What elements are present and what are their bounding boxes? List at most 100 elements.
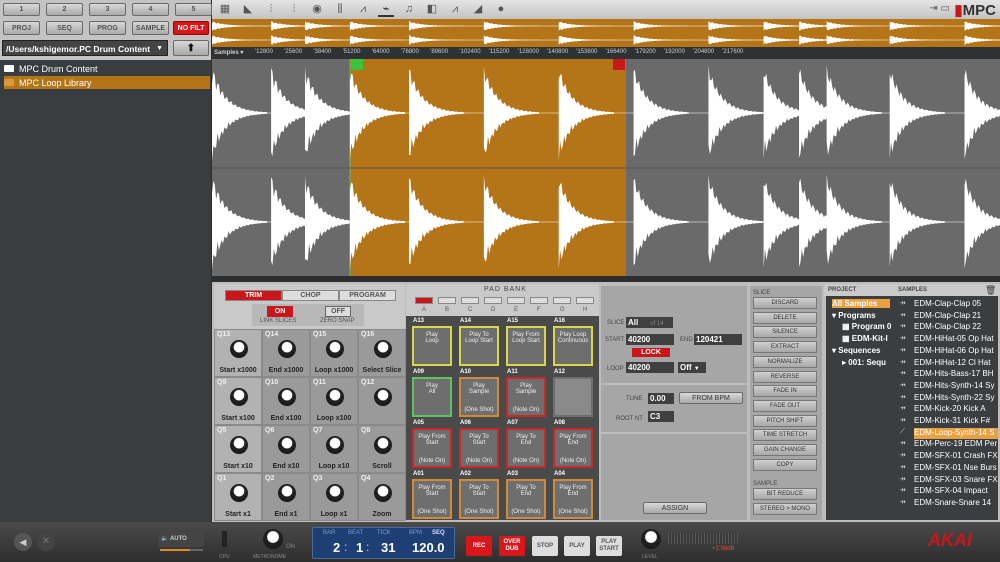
sample-item[interactable]: EDM-Hits-Bass-17 BH [914,369,998,381]
q-link-knob-q12[interactable]: Q12 [358,377,406,425]
mode-button-seq[interactable]: SEQ [46,21,83,35]
sample-item[interactable]: EDM-Clap-Clap 05 [914,299,998,311]
pad-bank-c[interactable] [461,297,479,304]
assign-button[interactable]: ASSIGN [643,502,707,514]
volume-slider[interactable] [160,549,203,551]
action-discard[interactable]: DISCARD [753,297,817,309]
sample-edit-icon[interactable]: ⌁ [378,2,394,17]
pad-bank-g[interactable] [553,297,571,304]
action-pitch-shift[interactable]: PITCH SHIFT [753,414,817,427]
q-link-knob-q8[interactable]: Q8 Scroll [358,425,406,473]
project-item[interactable]: ▸ 001: Sequ [842,358,894,367]
action-bit-reduce[interactable]: BIT REDUCE [753,488,817,500]
project-item[interactable]: ▦ Program 0 [842,322,894,331]
action-extract[interactable]: EXTRACT [753,341,817,354]
pad-a16[interactable]: Play Loop Continuous [553,326,593,366]
mode-button-proj[interactable]: PROJ [3,21,40,35]
grid-icon[interactable]: ▦ [217,2,233,17]
q-link-knob-q3[interactable]: Q3 Loop x1 [310,473,358,521]
pad-a07[interactable]: Play To End (Note On) [506,428,546,468]
root-note-field[interactable]: C3 [648,411,674,422]
pad-a04[interactable]: Play From End (One Shot) [553,479,593,519]
path-dropdown[interactable]: /Users/kshigemor.PC Drum Content ▼ [2,40,168,56]
sample-item[interactable]: EDM-Hits-Synth-14 Sy [914,381,998,393]
slot-button-5[interactable]: 5 [175,3,212,16]
sample-item[interactable]: EDM-Kick-31 Kick F# [914,416,998,428]
zero-snap-toggle[interactable]: OFF [325,306,351,317]
volume-auto-button[interactable]: 🔈 AUTO [158,531,204,547]
record-icon[interactable]: ● [493,2,509,17]
action-silence[interactable]: SILENCE [753,326,817,339]
pad-bank-h[interactable] [576,297,594,304]
action-time-stretch[interactable]: TIME STRETCH [753,429,817,442]
sample-item[interactable]: EDM-Kick-20 Kick A [914,404,998,416]
pad-a06[interactable]: Play To Start (Note On) [459,428,499,468]
back-icon[interactable]: ◀ [14,533,32,551]
pad-a09[interactable]: Play All [412,377,452,417]
play-start-button[interactable]: PLAY START [596,536,622,556]
q-link-knob-q2[interactable]: Q2 End x1 [262,473,310,521]
next-seq-icon[interactable]: ◢ [470,2,486,17]
folder-item[interactable]: MPC Loop Library [4,76,210,89]
link-slices-toggle[interactable]: ON [267,306,293,317]
sample-item[interactable]: EDM-SFX-01 Crash FX [914,451,998,463]
pad-bank-e[interactable] [507,297,525,304]
program-edit-icon[interactable]: ◣ [240,2,256,17]
sample-item[interactable]: EDM-HiHat-12 Cl Hat [914,358,998,370]
tab-program[interactable]: PROGRAM [339,290,396,301]
q-link-knob-q6[interactable]: Q6 End x10 [262,425,310,473]
sample-item[interactable]: EDM-SFX-04 Impact [914,486,998,498]
slot-button-4[interactable]: 4 [132,3,169,16]
q-link-knob-q9[interactable]: Q9 Start x100 [214,377,262,425]
waveform-overview[interactable] [212,19,1000,47]
slice-field[interactable]: All of 14 [626,317,673,328]
up-folder-button[interactable]: ⬆ [173,40,209,56]
action-delete[interactable]: DELETE [753,311,817,324]
q-link-knob-q1[interactable]: Q1 Start x1 [214,473,262,521]
filter-button[interactable]: NO FILT [173,21,209,35]
track-mixer-icon[interactable]: ⫶ [286,2,302,17]
slot-button-2[interactable]: 2 [46,3,83,16]
from-bpm-button[interactable]: FROM BPM [679,392,743,404]
pad-mute-icon[interactable]: ⩘ [447,2,463,17]
sample-item[interactable]: EDM-Clap-Clap 21 [914,311,998,323]
q-link-knob-q4[interactable]: Q4 Zoom [358,473,406,521]
pad-a02[interactable]: Play To Start (One Shot) [459,479,499,519]
pad-bank-a[interactable] [415,297,433,304]
action-reverse[interactable]: REVERSE [753,370,817,383]
action-fade-out[interactable]: FADE OUT [753,399,817,412]
project-item[interactable]: All Samples [832,299,890,308]
rec-button[interactable]: REC [466,536,492,556]
overdub-button[interactable]: OVER DUB [499,536,525,556]
sample-item[interactable]: EDM-Snare-Snare 14 [914,498,998,510]
play-button[interactable]: PLAY [564,536,590,556]
action-normalize[interactable]: NORMALIZE [753,355,817,368]
trash-icon[interactable]: 🗑 [985,285,996,296]
waveform-editor[interactable] [212,59,1000,276]
graph-icon[interactable]: ⩘ [355,2,371,17]
inspector-icon[interactable]: ◉ [309,2,325,17]
loop-field[interactable]: 40200 [626,362,674,373]
q-link-knob-q15[interactable]: Q15 Loop x1000 [310,329,358,377]
ruler-unit-dropdown[interactable]: Samples ▾ [214,49,243,56]
start-field[interactable]: 40200 [626,334,674,345]
project-item[interactable]: ▾ Sequences [832,346,890,355]
folder-item[interactable]: MPC Drum Content [4,62,210,75]
tab-trim[interactable]: TRIM [225,290,282,301]
end-field[interactable]: 120421 [694,334,742,345]
pad-a14[interactable]: Play To Loop Start [459,326,499,366]
pad-a05[interactable]: Play From Start (Note On) [412,428,452,468]
project-item[interactable]: ▦ EDM-Kit-I [842,334,894,343]
sample-item[interactable]: EDM-SFX-03 Snare FX [914,475,998,487]
bpm-value[interactable]: 120.0 [412,540,445,555]
sample-item[interactable]: EDM-Loop-Synth-14 S [914,427,998,440]
step-seq-icon[interactable]: ⫼ [332,2,348,17]
sample-item[interactable]: EDM-HiHat-06 Op Hat [914,346,998,358]
sample-item[interactable]: EDM-Clap-Clap 22 [914,322,998,334]
sample-icon[interactable]: ◧ [424,2,440,17]
action-fade-in[interactable]: FADE IN [753,385,817,398]
q-link-knob-q11[interactable]: Q11 Loop x100 [310,377,358,425]
pad-a08[interactable]: Play From End (Note On) [553,428,593,468]
project-item[interactable]: ▾ Programs [832,311,890,320]
action-gain-change[interactable]: GAIN CHANGE [753,444,817,456]
